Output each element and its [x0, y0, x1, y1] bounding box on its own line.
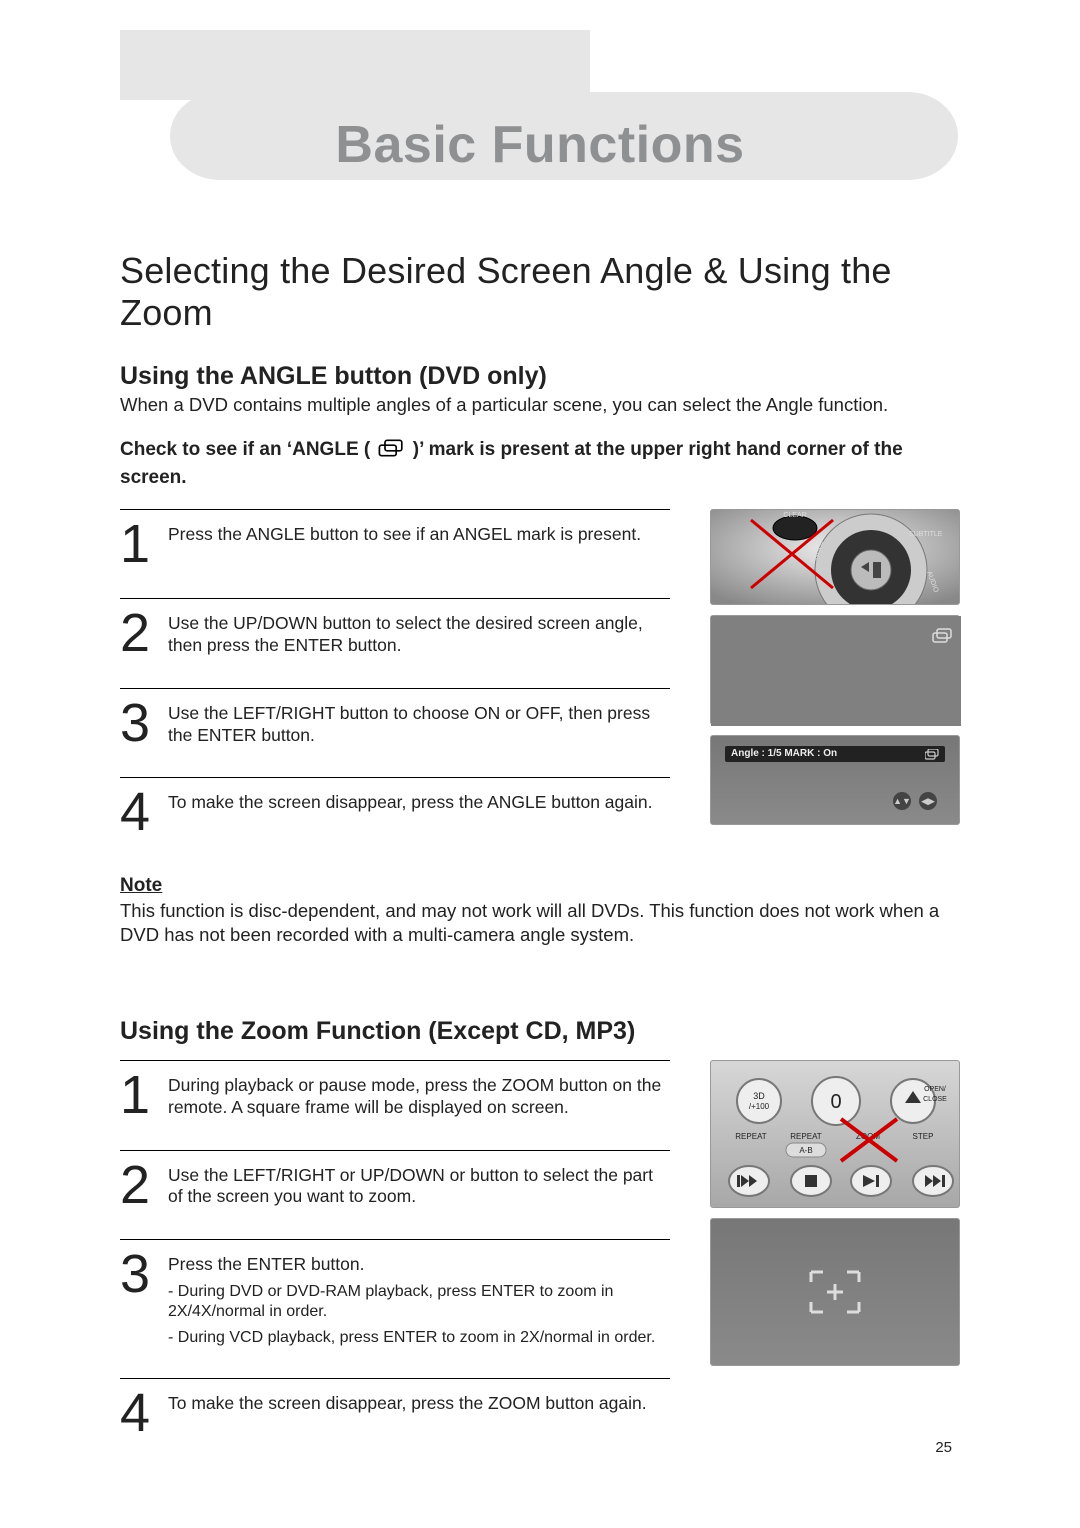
step-text: To make the screen disappear, press the …	[168, 1389, 647, 1415]
step-number: 4	[120, 1389, 154, 1438]
step-number: 4	[120, 788, 154, 837]
svg-text:CLOSE: CLOSE	[923, 1096, 947, 1103]
updown-hint-icon: ▲▼	[893, 792, 911, 810]
angle-check-pre: Check to see if an ‘ANGLE (	[120, 439, 376, 460]
step-number: 1	[120, 520, 154, 569]
section-title: Selecting the Desired Screen Angle & Usi…	[120, 250, 960, 334]
zoom-step-1: 1 During playback or pause mode, press t…	[120, 1060, 670, 1150]
zoom-heading: Using the Zoom Function (Except CD, MP3)	[120, 1017, 960, 1046]
angle-step-1: 1 Press the ANGLE button to see if an AN…	[120, 509, 670, 599]
step-text: Press the ANGLE button to see if an ANGE…	[168, 520, 641, 546]
step-text: During playback or pause mode, press the…	[168, 1071, 670, 1119]
angle-icon	[378, 438, 406, 466]
zoom-step-2: 2 Use the LEFT/RIGHT or UP/DOWN or butto…	[120, 1150, 670, 1240]
zoom-step-4: 4 To make the screen disappear, press th…	[120, 1378, 670, 1468]
step-text: Use the UP/DOWN button to select the des…	[168, 609, 670, 657]
angle-check-line: Check to see if an ‘ANGLE ( )’ mark is p…	[120, 438, 960, 490]
note-body: This function is disc-dependent, and may…	[120, 899, 960, 947]
svg-text:A-B: A-B	[799, 1146, 812, 1155]
label-step: STEP	[913, 1132, 934, 1141]
angle-intro: When a DVD contains multiple angles of a…	[120, 393, 960, 416]
angle-note: Note This function is disc-dependent, an…	[120, 875, 960, 947]
osd-bar-text: Angle : 1/5 MARK : On	[725, 746, 945, 762]
zoom-target-icon	[803, 1264, 867, 1320]
zoom-step3-sub2: - During VCD playback, press ENTER to zo…	[168, 1328, 670, 1348]
btn-zero-label: 0	[830, 1091, 841, 1113]
angle-screen-blank	[710, 615, 960, 725]
angle-step-2: 2 Use the UP/DOWN button to select the d…	[120, 598, 670, 688]
angle-osd-screen: Angle : 1/5 MARK : On ▲▼ ◀▶	[710, 735, 960, 825]
step-text: Press the ENTER button. - During DVD or …	[168, 1250, 670, 1348]
angle-step-4: 4 To make the screen disappear, press th…	[120, 777, 670, 867]
btn-3d-label: 3D	[753, 1091, 765, 1101]
chapter-title: Basic Functions	[0, 115, 1080, 175]
label-repeat: REPEAT	[735, 1132, 767, 1141]
zoom-screen-preview	[710, 1218, 960, 1366]
step-text: Use the LEFT/RIGHT or UP/DOWN or button …	[168, 1161, 670, 1209]
remote-angle-illustration: CLEAR SUBTITLE AUDIO ANGLE	[710, 509, 960, 605]
angle-heading: Using the ANGLE button (DVD only)	[120, 362, 960, 391]
step-number: 1	[120, 1071, 154, 1120]
svg-text:OPEN/: OPEN/	[924, 1086, 946, 1093]
remote-label-clear: CLEAR	[783, 512, 806, 519]
step-number: 2	[120, 1161, 154, 1210]
zoom-step-3: 3 Press the ENTER button. - During DVD o…	[120, 1239, 670, 1378]
remote-label-subtitle: SUBTITLE	[909, 531, 943, 538]
angle-mark-small-icon	[925, 748, 939, 760]
remote-zoom-illustration: 3D /+100 0 OPEN/ CLOSE REPEAT RE	[710, 1060, 960, 1208]
step-text: Use the LEFT/RIGHT button to choose ON o…	[168, 699, 670, 747]
leftright-hint-icon: ◀▶	[919, 792, 937, 810]
step-number: 3	[120, 1250, 154, 1299]
step-text: To make the screen disappear, press the …	[168, 788, 652, 814]
note-heading: Note	[120, 875, 960, 897]
zoom-step3-sub1: - During DVD or DVD-RAM playback, press …	[168, 1282, 670, 1322]
svg-text:/+100: /+100	[749, 1102, 770, 1111]
step-number: 3	[120, 699, 154, 748]
angle-steps: 1 Press the ANGLE button to see if an AN…	[120, 509, 670, 867]
page-number: 25	[935, 1439, 952, 1456]
svg-text:REPEAT: REPEAT	[790, 1132, 822, 1141]
zoom-steps: 1 During playback or pause mode, press t…	[120, 1060, 670, 1468]
angle-step-3: 3 Use the LEFT/RIGHT button to choose ON…	[120, 688, 670, 778]
step-number: 2	[120, 609, 154, 658]
